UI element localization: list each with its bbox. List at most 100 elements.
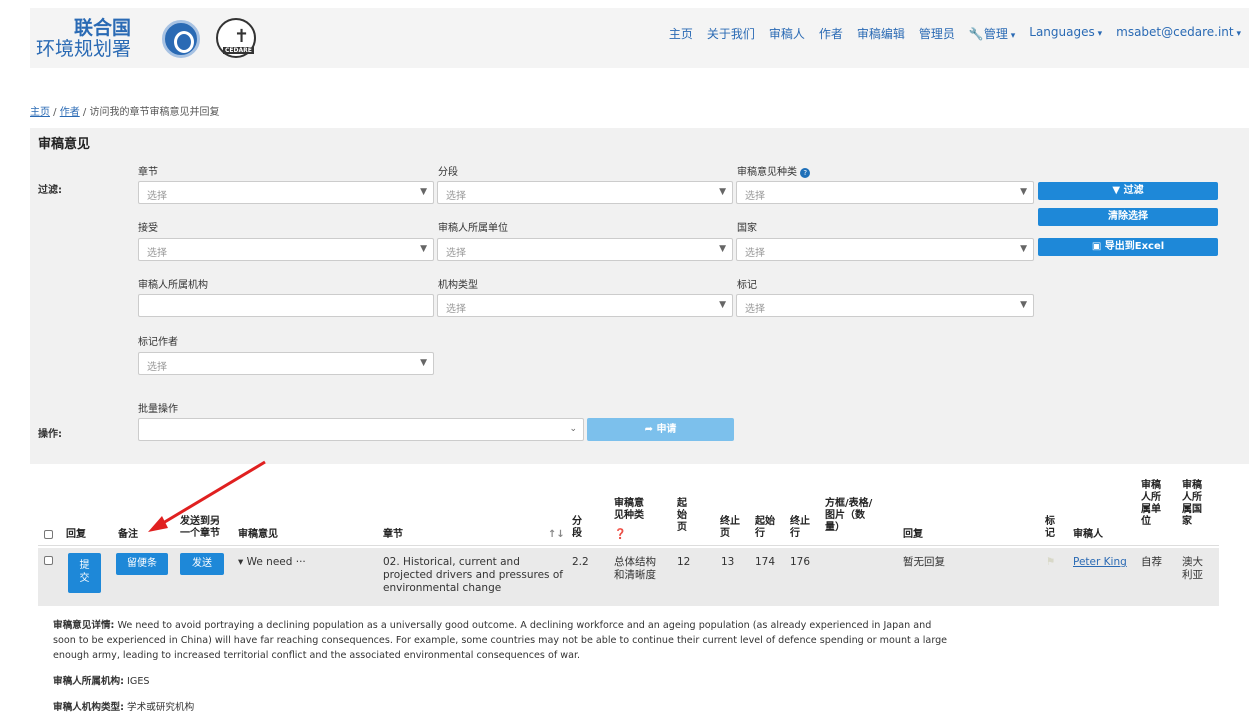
nav-manage-dropdown[interactable]: 🔧管理 [969, 25, 1015, 42]
row-type: 总体结构 和清晰度 [614, 556, 656, 581]
comment-details: 审稿意见详情: We need to avoid portraying a de… [53, 618, 953, 714]
section-select[interactable]: 选择 ▼ [437, 181, 733, 204]
help-icon[interactable]: ? [800, 168, 811, 178]
red-arrow-annotation [148, 460, 266, 532]
accepted-label: 接受 [138, 223, 158, 234]
wrench-icon: 🔧 [968, 27, 984, 41]
row-end-line: 176 [790, 556, 811, 568]
th-reviewer[interactable]: 审稿人 [1073, 529, 1103, 541]
row-unit: 自荐 [1141, 556, 1162, 568]
breadcrumb-home[interactable]: 主页 [30, 107, 50, 118]
th-start-page[interactable]: 起 始 页 [677, 498, 687, 534]
flag-icon[interactable]: ⚑ [1046, 556, 1055, 569]
row-section: 2.2 [572, 556, 589, 568]
flag-label: 标记 [737, 280, 757, 291]
org-type-line: 审稿人机构类型: 学术或研究机构 [53, 702, 195, 713]
th-flag: 标 记 [1045, 516, 1055, 539]
breadcrumb-authors[interactable]: 作者 [60, 107, 80, 118]
nav-review-editors[interactable]: 审稿编辑 [857, 25, 905, 42]
country-label: 国家 [737, 223, 757, 234]
row-checkbox[interactable] [44, 556, 53, 565]
breadcrumb: 主页 / 作者 / 访问我的章节审稿意见并回复 [30, 107, 220, 118]
th-country[interactable]: 审稿 人所 属国 家 [1182, 480, 1202, 528]
filter-button[interactable]: ▼ 过滤 [1038, 182, 1218, 200]
chevron-down-icon: ▼ [719, 244, 726, 254]
th-unit[interactable]: 审稿 人所 属单 位 [1141, 480, 1161, 528]
comment-detail-paragraph: 审稿意见详情: We need to avoid portraying a de… [53, 620, 948, 661]
chevron-down-icon: ▼ [719, 300, 726, 310]
nav-about[interactable]: 关于我们 [707, 25, 755, 42]
th-box[interactable]: 方框/表格/ 图片（数 量） [825, 498, 872, 534]
reviewer-unit-label: 审稿人所属单位 [438, 223, 508, 234]
panel-title: 审稿意见 [38, 137, 91, 152]
send-button[interactable]: 发送 [180, 553, 224, 575]
chevron-down-icon: ⌄ [569, 424, 577, 434]
org-type-select[interactable]: 选择 ▼ [437, 294, 733, 317]
unep-logo-text[interactable]: 联合国 环境规划署 [36, 18, 131, 60]
logo-line1: 联合国 [74, 17, 132, 39]
apply-button[interactable]: ➦ 申请 [587, 418, 734, 441]
bulk-action-select[interactable]: ⌄ [138, 418, 584, 441]
nav-user-dropdown[interactable]: msabet@cedare.int [1116, 25, 1241, 42]
share-icon: ➦ [644, 424, 653, 435]
reviewer-link[interactable]: Peter King [1073, 556, 1127, 569]
th-answer: 回复 [903, 529, 923, 540]
select-all-checkbox[interactable] [44, 530, 53, 539]
logo-line2: 环境规划署 [36, 38, 132, 60]
file-excel-icon: ▣ [1091, 241, 1102, 252]
header: 联合国 环境规划署 ✝ CEDARE 主页 关于我们 审稿人 作者 审稿编辑 管… [30, 8, 1249, 68]
country-select[interactable]: 选择 ▼ [736, 238, 1034, 261]
bulk-label: 批量操作 [138, 404, 178, 415]
chevron-down-icon: ▼ [420, 244, 427, 254]
chapter-select[interactable]: 选择 ▼ [138, 181, 434, 204]
reviewer-unit-select[interactable]: 选择 ▼ [437, 238, 733, 261]
flag-select[interactable]: 选择 ▼ [736, 294, 1034, 317]
th-type[interactable]: 审稿意 见种类 [614, 498, 644, 522]
section-label: 分段 [438, 167, 458, 178]
sort-icon[interactable]: ↑↓ [548, 529, 565, 541]
unep-emblem-icon[interactable] [162, 20, 200, 58]
chevron-down-icon: ▼ [1020, 244, 1027, 254]
header-divider [38, 545, 1219, 546]
nav-admins[interactable]: 管理员 [919, 25, 955, 42]
chevron-down-icon: ▼ [1020, 300, 1027, 310]
row-country: 澳大 利亚 [1182, 556, 1203, 581]
filter-label: 过滤: [38, 185, 62, 196]
clear-selection-button[interactable]: 清除选择 [1038, 208, 1218, 226]
th-reply[interactable]: 回复 [66, 529, 86, 541]
th-chapter[interactable]: 章节 [383, 529, 403, 541]
accepted-select[interactable]: 选择 ▼ [138, 238, 434, 261]
comment-type-label: 审稿意见种类 ? [737, 163, 811, 178]
comment-toggle[interactable]: ▾ We need ··· [238, 556, 306, 569]
th-notes: 备注 [118, 529, 138, 540]
comment-type-select[interactable]: 选择 ▼ [736, 181, 1034, 204]
nav-authors[interactable]: 作者 [819, 25, 843, 42]
th-end-page[interactable]: 终止 页 [720, 516, 740, 540]
nav-home[interactable]: 主页 [669, 25, 693, 42]
cedare-logo-icon[interactable]: ✝ CEDARE [216, 18, 256, 58]
flag-author-select[interactable]: 选择 ▼ [138, 352, 434, 375]
row-chapter: 02. Historical, current and projected dr… [383, 556, 563, 594]
th-section[interactable]: 分 段 [572, 516, 582, 540]
help-icon[interactable]: ❓ [614, 529, 626, 541]
note-button[interactable]: 留便条 [116, 553, 168, 575]
nav-languages-dropdown[interactable]: Languages [1029, 25, 1102, 42]
submit-button[interactable]: 提 交 [68, 553, 101, 593]
org-line: 审稿人所属机构: IGES [53, 676, 150, 687]
th-end-line[interactable]: 终止 行 [790, 516, 810, 540]
th-start-line[interactable]: 起始 行 [755, 516, 775, 540]
chevron-down-icon: ▼ [1020, 187, 1027, 197]
main-nav: 主页 关于我们 审稿人 作者 审稿编辑 管理员 🔧管理 Languages ms… [669, 25, 1241, 42]
action-label: 操作: [38, 429, 62, 440]
row-start-page: 12 [677, 556, 691, 568]
chevron-down-icon: ▼ [420, 187, 427, 197]
row-start-line: 174 [755, 556, 776, 568]
breadcrumb-current: 访问我的章节审稿意见并回复 [89, 107, 220, 118]
chapter-label: 章节 [138, 167, 158, 178]
chevron-down-icon: ▼ [420, 358, 427, 368]
flag-author-label: 标记作者 [138, 337, 178, 348]
nav-reviewers[interactable]: 审稿人 [769, 25, 805, 42]
funnel-icon: ▼ [1112, 185, 1121, 196]
reviewer-org-input[interactable] [138, 294, 434, 317]
export-excel-button[interactable]: ▣ 导出到Excel [1038, 238, 1218, 256]
